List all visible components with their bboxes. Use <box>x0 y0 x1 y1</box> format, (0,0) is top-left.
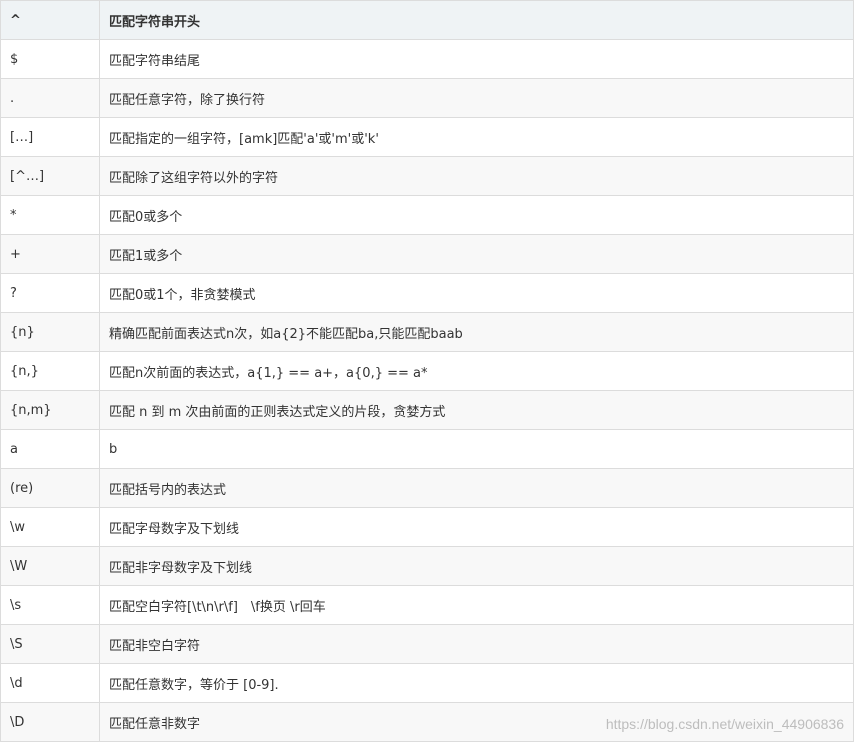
table-row: \s 匹配空白字符[\t\n\r\f] \f换页 \r回车 <box>0 585 854 625</box>
header-pattern-cell: ^ <box>0 0 100 40</box>
table-row: . 匹配任意字符，除了换行符 <box>0 78 854 118</box>
regex-table: ^ 匹配字符串开头 $ 匹配字符串结尾. 匹配任意字符，除了换行符 […] 匹配指定的一… <box>0 0 854 742</box>
table-row: \D 匹配任意非数字 <box>0 702 854 742</box>
header-description-cell: 匹配字符串开头 <box>99 0 854 40</box>
pattern-cell: \w <box>0 507 100 547</box>
pattern-cell: . <box>0 78 100 118</box>
table-row: ? 匹配0或1个，非贪婪模式 <box>0 273 854 313</box>
table-row: \S 匹配非空白字符 <box>0 624 854 664</box>
description-cell: 匹配n次前面的表达式，a{1,} == a+，a{0,} == a* <box>99 351 854 391</box>
table-row: {n} 精确匹配前面表达式n次，如a{2}不能匹配ba,只能匹配baab <box>0 312 854 352</box>
pattern-cell: \W <box>0 546 100 586</box>
description-cell: b <box>99 429 854 469</box>
table-row: ab <box>0 429 854 469</box>
description-cell: 匹配任意数字，等价于 [0-9]. <box>99 663 854 703</box>
description-cell: 匹配除了这组字符以外的字符 <box>99 156 854 196</box>
table-row: {n,m} 匹配 n 到 m 次由前面的正则表达式定义的片段，贪婪方式 <box>0 390 854 430</box>
pattern-cell: {n,} <box>0 351 100 391</box>
description-cell: 匹配字符串结尾 <box>99 39 854 79</box>
pattern-cell: {n,m} <box>0 390 100 430</box>
table-row: (re) 匹配括号内的表达式 <box>0 468 854 508</box>
description-cell: 精确匹配前面表达式n次，如a{2}不能匹配ba,只能匹配baab <box>99 312 854 352</box>
pattern-cell: ? <box>0 273 100 313</box>
header-row: ^ 匹配字符串开头 <box>0 0 854 40</box>
pattern-cell: \s <box>0 585 100 625</box>
pattern-cell: […] <box>0 117 100 157</box>
pattern-cell: \d <box>0 663 100 703</box>
pattern-cell: \S <box>0 624 100 664</box>
table-row: […] 匹配指定的一组字符，[amk]匹配'a'或'm'或'k' <box>0 117 854 157</box>
table-body: $ 匹配字符串结尾. 匹配任意字符，除了换行符 […] 匹配指定的一组字符，[amk]匹… <box>0 39 854 742</box>
pattern-cell: [^…] <box>0 156 100 196</box>
description-cell: 匹配任意非数字 <box>99 702 854 742</box>
description-cell: 匹配指定的一组字符，[amk]匹配'a'或'm'或'k' <box>99 117 854 157</box>
table-row: $ 匹配字符串结尾 <box>0 39 854 79</box>
table-row: [^…] 匹配除了这组字符以外的字符 <box>0 156 854 196</box>
table-row: \d 匹配任意数字，等价于 [0-9]. <box>0 663 854 703</box>
table-row: \w 匹配字母数字及下划线 <box>0 507 854 547</box>
pattern-cell: + <box>0 234 100 274</box>
table-row: {n,} 匹配n次前面的表达式，a{1,} == a+，a{0,} == a* <box>0 351 854 391</box>
table-row: * 匹配0或多个 <box>0 195 854 235</box>
pattern-cell: $ <box>0 39 100 79</box>
pattern-cell: \D <box>0 702 100 742</box>
pattern-cell: {n} <box>0 312 100 352</box>
description-cell: 匹配 n 到 m 次由前面的正则表达式定义的片段，贪婪方式 <box>99 390 854 430</box>
description-cell: 匹配0或多个 <box>99 195 854 235</box>
description-cell: 匹配括号内的表达式 <box>99 468 854 508</box>
pattern-cell: a <box>0 429 100 469</box>
description-cell: 匹配任意字符，除了换行符 <box>99 78 854 118</box>
description-cell: 匹配非空白字符 <box>99 624 854 664</box>
table-row: \W 匹配非字母数字及下划线 <box>0 546 854 586</box>
description-cell: 匹配字母数字及下划线 <box>99 507 854 547</box>
pattern-cell: (re) <box>0 468 100 508</box>
table-header: ^ 匹配字符串开头 <box>0 0 854 40</box>
pattern-cell: * <box>0 195 100 235</box>
table-row: + 匹配1或多个 <box>0 234 854 274</box>
description-cell: 匹配非字母数字及下划线 <box>99 546 854 586</box>
description-cell: 匹配空白字符[\t\n\r\f] \f换页 \r回车 <box>99 585 854 625</box>
description-cell: 匹配1或多个 <box>99 234 854 274</box>
description-cell: 匹配0或1个，非贪婪模式 <box>99 273 854 313</box>
